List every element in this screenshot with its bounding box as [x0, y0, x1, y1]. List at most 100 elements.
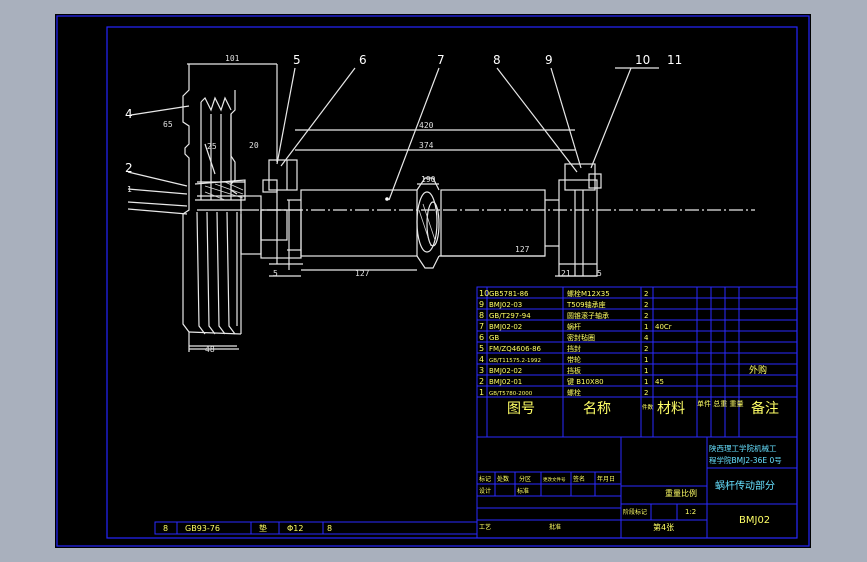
org-line-1: 陕西理工学院机械工	[709, 443, 777, 453]
bom-row-name: 键 B10X80	[567, 377, 604, 386]
strip-col3: 垫	[259, 523, 267, 533]
strip-col4: Φ12	[287, 524, 303, 533]
strip-col2: GB93-76	[185, 524, 220, 533]
bom-row-code: BMJ02-02	[489, 323, 522, 331]
ratio-value: 1:2	[685, 508, 696, 516]
bom-row-code: GB/T11575.2-1992	[489, 358, 541, 364]
dim-1: 1	[127, 185, 132, 194]
bom-row-code: GB/T297-94	[489, 312, 531, 320]
bom-row-qty: 4	[644, 334, 649, 342]
bom-row-name: 圆锥滚子轴承	[567, 311, 609, 320]
bom-row-no: 5	[479, 344, 484, 353]
tb-label-standard: 标准	[517, 487, 529, 495]
bom-row-code: BMJ02-02	[489, 367, 522, 375]
dim-21: 21	[561, 269, 571, 278]
inner-frame	[106, 26, 798, 539]
dim-101: 101	[225, 54, 240, 63]
bom-row-no: 2	[479, 377, 484, 386]
dim-374: 374	[419, 141, 434, 150]
dim-25: 25	[207, 142, 217, 151]
dim-420: 420	[419, 121, 434, 130]
bom-row-qty: 2	[644, 290, 648, 298]
bom-row-no: 4	[479, 355, 484, 364]
ratio-label: 重量比例	[665, 488, 697, 498]
bom-row-no: 7	[479, 322, 484, 331]
bom-row-code: GB/T5780-2000	[489, 391, 533, 397]
tb-label-sign: 签名	[573, 475, 585, 483]
cad-drawing: 4 2 5 6 7 8 9 10 11 101 65 25 20 420 374…	[56, 15, 810, 547]
dim-48: 48	[205, 345, 215, 354]
balloon-4: 4	[125, 107, 133, 121]
bom-row-code: BMJ02-03	[489, 301, 522, 309]
bom-row-note: 外购	[749, 364, 767, 376]
bom-row-name: 密封毡圈	[567, 333, 595, 342]
dim-127-right: 127	[515, 245, 530, 254]
pulley	[182, 64, 288, 352]
bom-row-code: FM/ZQ4606-86	[489, 345, 542, 353]
bom-header-note: 备注	[751, 400, 779, 417]
dim-127-left: 127	[355, 269, 370, 278]
bom-row-qty: 2	[644, 301, 648, 309]
bom-row-qty: 2	[644, 345, 648, 353]
bom-row-name: 挡封	[567, 344, 581, 353]
bom-header-code: 图号	[507, 401, 535, 417]
bom-row-name: 螺栓	[567, 388, 581, 397]
left-bearing	[260, 159, 303, 270]
bom-row-no: 3	[479, 366, 484, 375]
balloon-10: 10	[635, 53, 650, 67]
balloon-2: 2	[125, 161, 133, 175]
bom-row-name: 挡板	[567, 366, 581, 375]
tb-label-approve: 批准	[549, 523, 561, 531]
outer-frame	[56, 15, 810, 547]
org-line-2: 程学院BMJ2-36E 0号	[709, 455, 782, 465]
bom-row-no: 10	[479, 289, 489, 298]
bom-header-weight: 单件 总重 重量	[697, 399, 743, 408]
bom-row-no: 9	[479, 300, 484, 309]
bom-header-qty: 件数	[642, 403, 654, 411]
tb-label-mark: 标记	[479, 475, 491, 483]
bom-header-material: 材料	[657, 401, 685, 417]
tb-label-date: 年月日	[597, 475, 615, 483]
bom-row-code: BMJ02-01	[489, 378, 522, 386]
balloon-5: 5	[293, 53, 301, 67]
right-bearing	[558, 163, 602, 277]
balloon-8: 8	[493, 53, 501, 67]
worm-shaft	[245, 177, 755, 269]
bom-row-material: 40Cr	[655, 323, 672, 331]
bom-row-material: 45	[655, 378, 664, 386]
title-block: 陕西理工学院机械工 程学院BMJ2-36E 0号 蜗杆传动部分 BMJ02 重量…	[476, 436, 798, 539]
tb-label-zone: 分区	[519, 475, 531, 483]
bom-row-qty: 1	[644, 323, 648, 331]
bom-row-qty: 2	[644, 389, 648, 397]
bom-row-name: 螺栓M12X35	[567, 289, 610, 298]
dim-5-left: 5	[273, 269, 278, 278]
bom-row-name: 蜗杆	[567, 322, 581, 331]
balloon-9: 9	[545, 53, 553, 67]
tb-label-design: 设计	[479, 487, 491, 495]
sheet-label: 第4张	[653, 522, 674, 532]
tb-label-count: 处数	[497, 475, 509, 483]
bom-row-name: T509轴承座	[566, 300, 606, 309]
bom-row-qty: 1	[644, 367, 648, 375]
bom-row-qty: 2	[644, 312, 648, 320]
strip-col1: 8	[163, 524, 168, 533]
dim-20: 20	[249, 141, 259, 150]
bom-row-no: 1	[479, 388, 484, 397]
tb-label-change: 更改文件号	[543, 476, 566, 483]
strip-col5: 8	[327, 524, 332, 533]
bom-header-name: 名称	[583, 401, 611, 417]
bom-row-code: GB	[489, 334, 499, 342]
bom-table: 10 GB5781-86 螺栓M12X35 2 9 BMJ02-03 T509轴承座 2 8 GB…	[476, 286, 798, 438]
balloon-6: 6	[359, 53, 367, 67]
bom-row-name: 带轮	[567, 355, 581, 364]
drawing-code: BMJ02	[739, 515, 770, 526]
bom-row-no: 8	[479, 311, 484, 320]
dimension-lines	[187, 63, 597, 347]
stage-label: 阶段标记	[623, 508, 647, 516]
bom-row-no: 6	[479, 333, 484, 342]
balloon-7: 7	[437, 53, 445, 67]
bom-row-code: GB5781-86	[489, 290, 529, 298]
bom-row-qty: 1	[644, 378, 648, 386]
balloon-11: 11	[667, 53, 682, 67]
tb-label-process: 工艺	[479, 523, 491, 531]
